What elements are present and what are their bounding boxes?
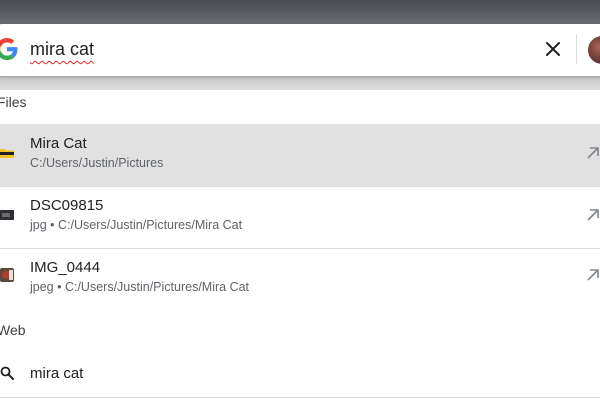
result-title: Mira Cat (30, 135, 87, 152)
section-heading-files: Files (0, 94, 27, 110)
toolbar-divider (576, 34, 577, 64)
search-input[interactable]: mira cat (30, 38, 94, 60)
folder-icon (0, 149, 14, 158)
result-path: jpeg • C:/Users/Justin/Pictures/Mira Cat (30, 280, 250, 294)
web-result-row[interactable] (0, 350, 600, 394)
close-icon[interactable] (544, 40, 562, 58)
result-title: IMG_0444 (30, 259, 101, 276)
row-divider (0, 397, 600, 398)
open-arrow-icon[interactable] (586, 146, 600, 160)
web-suggestion-text: mira cat (30, 365, 84, 382)
result-path: C:/Users/Justin/Pictures (30, 156, 164, 170)
result-row-mira-cat-folder[interactable] (0, 124, 600, 186)
google-g-icon (0, 38, 18, 60)
open-arrow-icon[interactable] (586, 208, 600, 222)
image-thumbnail (0, 268, 14, 282)
result-title: DSC09815 (30, 197, 104, 214)
search-icon (0, 366, 14, 380)
result-path: jpg • C:/Users/Justin/Pictures/Mira Cat (30, 218, 243, 232)
image-thumbnail (0, 210, 14, 220)
section-heading-web: Web (0, 322, 26, 338)
open-arrow-icon[interactable] (586, 268, 600, 282)
